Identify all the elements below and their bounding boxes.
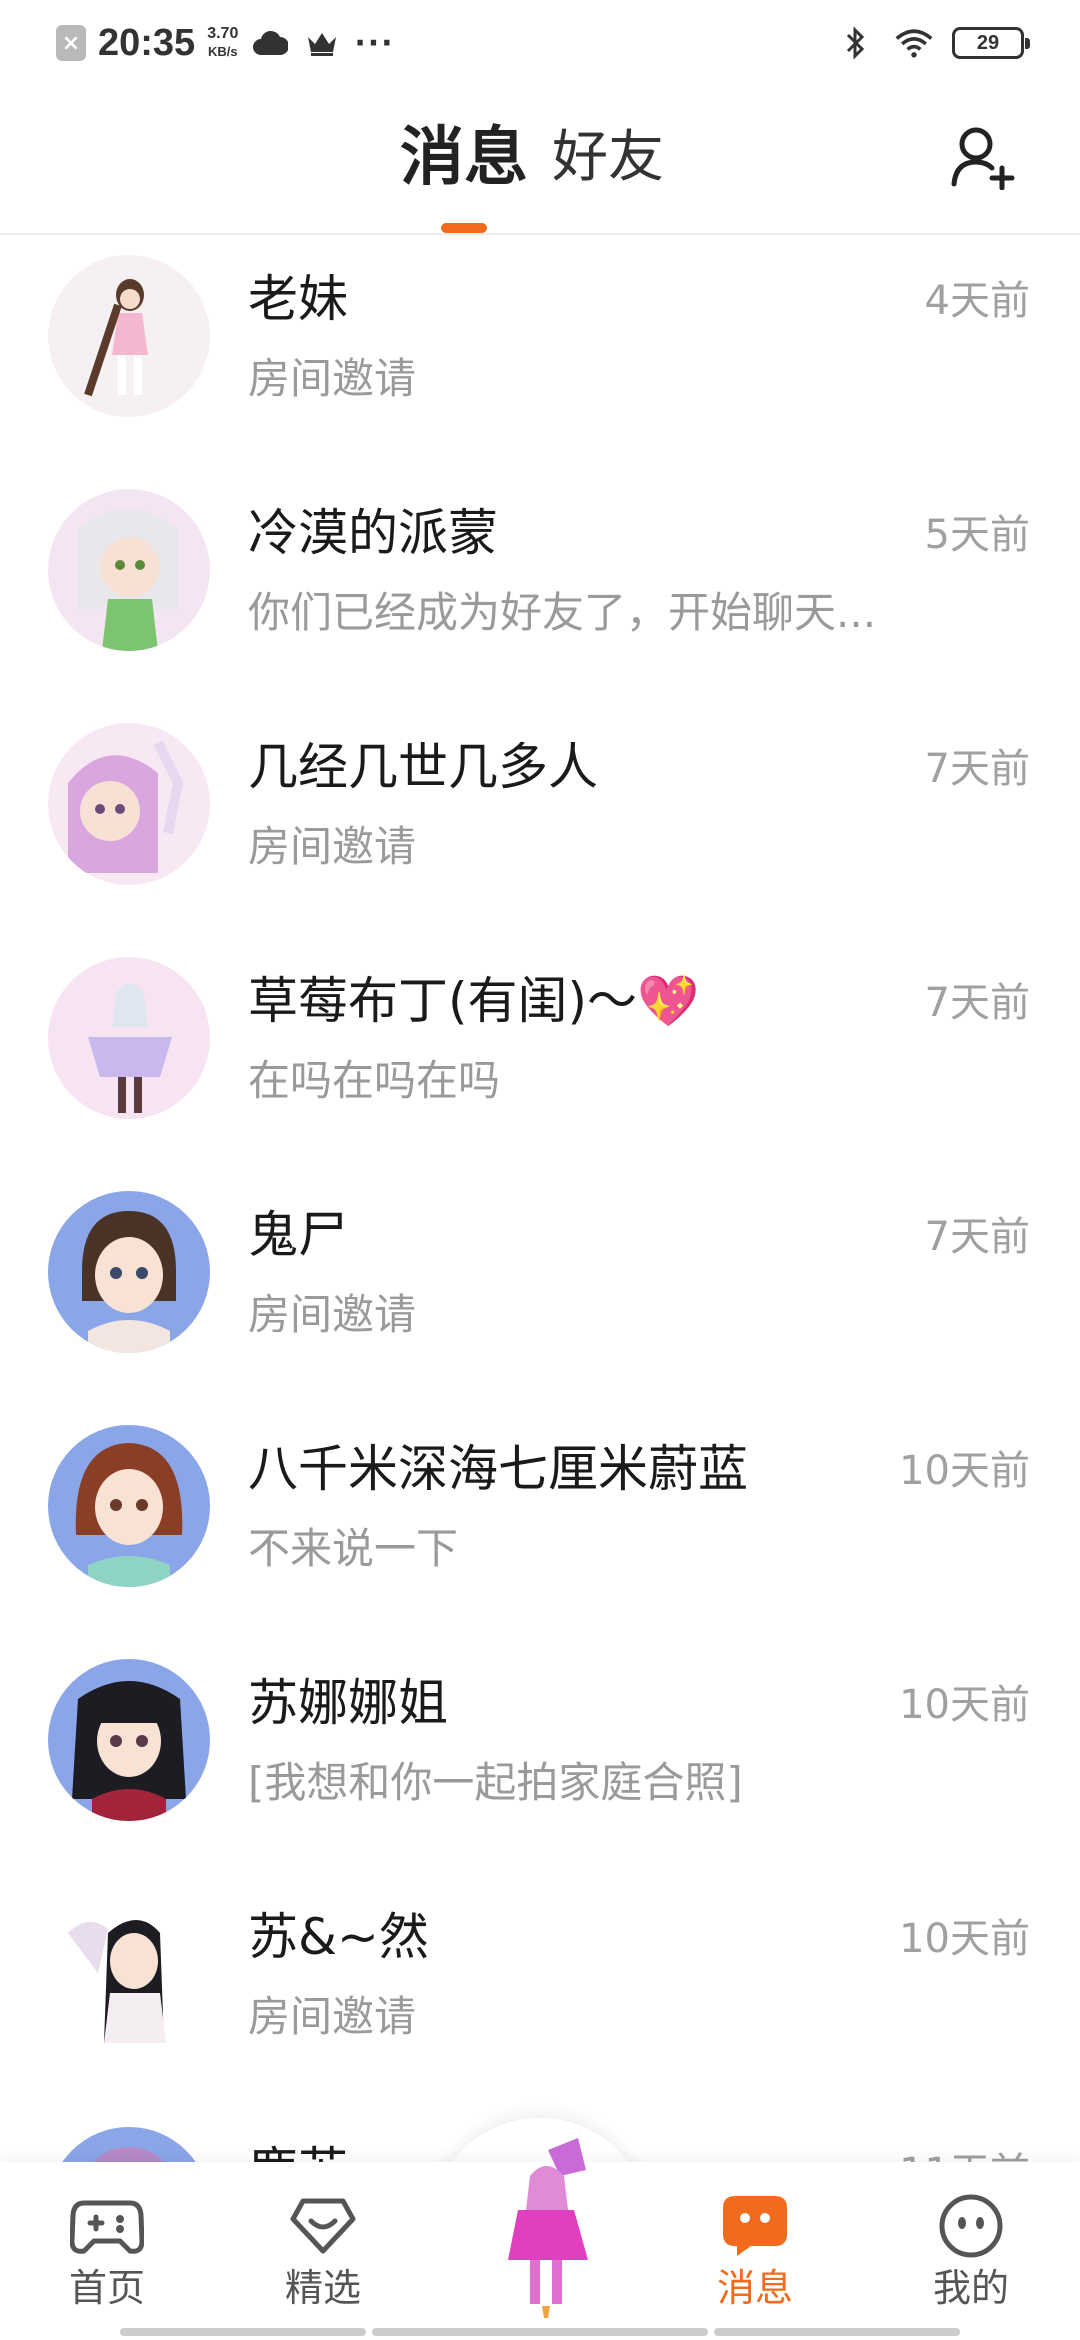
tab-messages[interactable]: 消息	[400, 120, 528, 196]
wifi-icon	[894, 23, 934, 63]
nav-mine[interactable]: 我的	[901, 2192, 1041, 2312]
conversation-time: 7天前	[924, 746, 1030, 792]
status-bar: × 20:35 3.70 KB/s ··· 29	[0, 0, 1080, 84]
conversation-name: 苏娜娜姐	[248, 1674, 448, 1732]
conversation-list: 老妹 房间邀请 4天前 冷漠的派蒙 你们已经成为好友了，开始聊天... 5天前	[0, 237, 1080, 2162]
conversation-time: 10天前	[899, 1916, 1030, 1962]
nav-messages[interactable]: 消息	[685, 2192, 825, 2312]
gamepad-icon	[69, 2192, 145, 2260]
avatar[interactable]	[48, 255, 210, 417]
conversation-row[interactable]: 鬼尸 房间邀请 7天前	[0, 1173, 1080, 1407]
conversation-row[interactable]: 老妹 房间邀请 4天前	[0, 237, 1080, 471]
avatar[interactable]	[48, 2127, 210, 2162]
nav-home-label: 首页	[68, 2266, 145, 2310]
tab-friends[interactable]: 好友	[552, 120, 664, 196]
conversation-name: 鹿苏	[248, 2139, 348, 2162]
avatar[interactable]	[48, 1659, 210, 1821]
home-indicator-left	[120, 2328, 366, 2336]
avatar[interactable]	[48, 1425, 210, 1587]
conversation-name: 八千米深海七厘米蔚蓝	[248, 1440, 748, 1498]
avatar[interactable]	[48, 1893, 210, 2055]
status-time: 20:35	[98, 21, 196, 64]
message-bubble-icon	[717, 2192, 793, 2260]
conversation-row[interactable]: 草莓布丁(有闺)〜💖 在吗在吗在吗 7天前	[0, 939, 1080, 1173]
conversation-row[interactable]: 苏娜娜姐 [我想和你一起拍家庭合照] 10天前	[0, 1641, 1080, 1875]
gem-heart-icon	[285, 2192, 361, 2260]
add-friend-icon[interactable]	[950, 124, 1016, 191]
face-icon	[933, 2192, 1009, 2260]
conversation-name: 苏&~然	[248, 1908, 429, 1966]
conversation-time: 7天前	[924, 1214, 1030, 1260]
home-indicator-right	[714, 2328, 960, 2336]
conversation-time: 7天前	[924, 980, 1030, 1026]
home-indicator-center	[372, 2328, 708, 2336]
battery-indicator: 29	[952, 27, 1030, 59]
avatar[interactable]	[48, 489, 210, 651]
conversation-name: 冷漠的派蒙	[248, 504, 498, 562]
avatar[interactable]	[48, 1191, 210, 1353]
more-dots: ···	[354, 25, 395, 61]
conversation-name: 几经几世几多人	[248, 738, 598, 796]
conversation-preview: 在吗在吗在吗	[248, 1056, 501, 1105]
avatar[interactable]	[48, 957, 210, 1119]
conversation-time: 10天前	[899, 1682, 1030, 1728]
conversation-name: 老妹	[248, 270, 348, 328]
bluetooth-icon	[836, 23, 876, 63]
conversation-time: 4天前	[924, 278, 1030, 324]
crown-icon	[302, 23, 342, 63]
conversation-row[interactable]: 苏&~然 房间邀请 10天前	[0, 1875, 1080, 2109]
conversation-preview: [我想和你一起拍家庭合照]	[248, 1758, 743, 1807]
nav-messages-label: 消息	[716, 2266, 793, 2310]
conversation-row[interactable]: 冷漠的派蒙 你们已经成为好友了，开始聊天... 5天前	[0, 471, 1080, 705]
conversation-time: 5天前	[924, 512, 1030, 558]
conversation-row[interactable]: 八千米深海七厘米蔚蓝 不来说一下 10天前	[0, 1407, 1080, 1641]
conversation-name: 草莓布丁(有闺)〜💖	[248, 972, 700, 1030]
conversation-preview: 房间邀请	[248, 1992, 417, 2041]
conversation-preview: 房间邀请	[248, 822, 417, 871]
nav-featured[interactable]: 精选	[253, 2192, 393, 2312]
conversation-preview: 你们已经成为好友了，开始聊天...	[248, 588, 877, 637]
top-header: 消息 好友	[0, 84, 1080, 235]
network-speed: 3.70 KB/s	[207, 25, 239, 59]
nav-mine-label: 我的	[932, 2266, 1009, 2310]
close-notification-icon: ×	[56, 25, 86, 61]
nav-home[interactable]: 首页	[37, 2192, 177, 2312]
conversation-row[interactable]: 几经几世几多人 房间邀请 7天前	[0, 705, 1080, 939]
conversation-preview: 房间邀请	[248, 354, 417, 403]
nav-featured-label: 精选	[284, 2266, 361, 2310]
conversation-time: 11天前	[899, 2145, 1030, 2162]
conversation-preview: 不来说一下	[248, 1524, 459, 1573]
avatar[interactable]	[48, 723, 210, 885]
center-avatar-button[interactable]	[478, 2130, 608, 2320]
active-tab-indicator	[441, 223, 487, 233]
conversation-preview: 房间邀请	[248, 1290, 417, 1339]
conversation-name: 鬼尸	[248, 1206, 348, 1264]
conversation-time: 10天前	[899, 1448, 1030, 1494]
cloud-icon	[250, 23, 290, 63]
